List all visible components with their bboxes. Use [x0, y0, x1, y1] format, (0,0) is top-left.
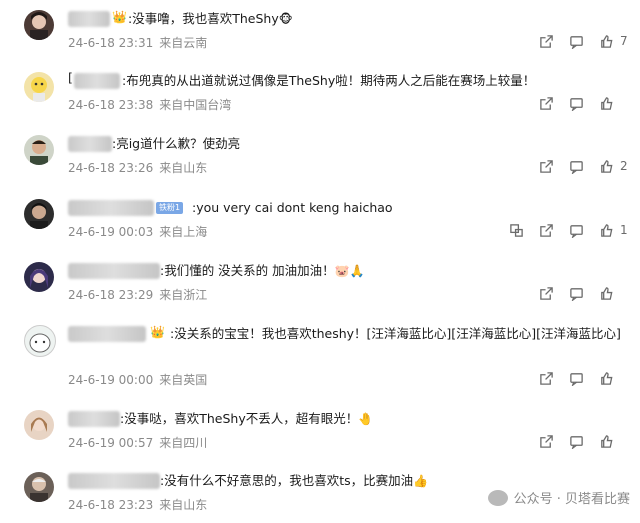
comment-location: 来自英国: [159, 373, 208, 387]
comment-actions: 2: [524, 158, 628, 174]
comment-text: :我们懂的 没关系的 加油加油！🐷🙏: [160, 263, 365, 278]
comment-location: 来自四川: [159, 436, 208, 450]
avatar[interactable]: [24, 72, 54, 102]
comment-meta: 24-6-18 23:38 来自中国台湾: [68, 96, 237, 113]
comment-actions: [524, 95, 628, 111]
thumbs-up-icon[interactable]: [598, 370, 614, 386]
thumbs-up-icon[interactable]: [598, 285, 614, 301]
comment-text: :没有什么不好意思的，我也喜欢ts，比赛加油👍: [160, 473, 429, 488]
comment-actions: [524, 433, 628, 449]
comment-icon[interactable]: [568, 285, 584, 301]
watermark-text: 公众号 · 贝塔看比赛: [513, 492, 630, 507]
comment-date: 24-6-19 00:03: [68, 225, 154, 239]
comment-text: :布兜真的从出道就说过偶像是TheShy啦！期待两人之后能在赛场上较量！: [122, 73, 536, 88]
username-blurred[interactable]: [68, 263, 160, 279]
comment-meta: 24-6-19 00:57 来自四川: [68, 434, 213, 451]
share-icon[interactable]: [538, 370, 554, 386]
comment-date: 24-6-18 23:38: [68, 98, 154, 112]
comment-icon[interactable]: [568, 95, 584, 111]
comment-icon[interactable]: [568, 33, 584, 49]
comment-location: 来自山东: [159, 498, 208, 512]
share-icon[interactable]: [538, 433, 554, 449]
avatar[interactable]: [24, 199, 54, 229]
comment-text: :没关系的宝宝！我也喜欢theshy！[汪洋海蓝比心][汪洋海蓝比心][汪洋海蓝…: [170, 326, 621, 341]
thumbs-up-icon[interactable]: [598, 433, 614, 449]
share-icon[interactable]: [538, 95, 554, 111]
comment-date: 24-6-19 00:57: [68, 436, 154, 450]
emoji-icon: 🤚: [358, 412, 374, 426]
comment-location: 来自上海: [159, 225, 208, 239]
comment-meta: 24-6-19 00:03 来自上海: [68, 223, 213, 240]
comment-text: :you very cai dont keng haichao: [192, 200, 393, 215]
comment-meta: 24-6-19 00:00 来自英国: [68, 371, 213, 388]
share-icon[interactable]: [538, 33, 554, 49]
comment-meta: 24-6-18 23:31 来自云南: [68, 34, 213, 51]
avatar[interactable]: [24, 262, 54, 292]
username-blurred[interactable]: [68, 473, 160, 489]
comment-icon[interactable]: [568, 158, 584, 174]
share-icon[interactable]: [538, 222, 554, 238]
avatar[interactable]: [24, 10, 54, 40]
thumbs-up-icon[interactable]: [598, 222, 614, 238]
bracket-text: [: [68, 70, 73, 85]
avatar[interactable]: [24, 472, 54, 502]
like-count: 7: [620, 34, 628, 48]
comment-meta: 24-6-18 23:26 来自山东: [68, 159, 213, 176]
comment-location: 来自中国台湾: [159, 98, 232, 112]
emoji-icon: 🐷🙏: [334, 264, 365, 278]
comment-actions: [524, 370, 628, 386]
comment-actions: 1: [494, 222, 628, 238]
comment-meta: 24-6-18 23:29 来自浙江: [68, 286, 213, 303]
emoji-icon: 🐵: [278, 12, 293, 26]
like-count: 1: [620, 223, 628, 237]
comment-meta: 24-6-18 23:23 来自山东: [68, 496, 213, 513]
comment-text: :没事噜，我也喜欢TheShy🐵: [128, 11, 293, 26]
avatar[interactable]: [24, 135, 54, 165]
comment-icon[interactable]: [568, 370, 584, 386]
like-count: 2: [620, 159, 628, 173]
translate-icon[interactable]: [508, 222, 524, 238]
wechat-icon: [487, 489, 508, 506]
crown-badge-icon: 👑: [112, 10, 127, 24]
username-blurred[interactable]: [68, 11, 110, 27]
comment-icon[interactable]: [568, 222, 584, 238]
comment-date: 24-6-19 00:00: [68, 373, 154, 387]
emoji-icon: 👍: [413, 474, 429, 488]
username-blurred[interactable]: [74, 73, 120, 89]
watermark: 公众号 · 贝塔看比赛: [487, 488, 630, 507]
thumbs-up-icon[interactable]: [598, 95, 614, 111]
avatar[interactable]: [24, 410, 54, 440]
comment-actions: [524, 285, 628, 301]
username-blurred[interactable]: [68, 411, 120, 427]
crown-badge-icon: 👑: [150, 325, 165, 339]
comment-date: 24-6-18 23:26: [68, 161, 154, 175]
comment-date: 24-6-18 23:31: [68, 36, 154, 50]
comment-icon[interactable]: [568, 433, 584, 449]
thumbs-up-icon[interactable]: [598, 33, 614, 49]
comment-actions: 7: [524, 33, 628, 49]
thumbs-up-icon[interactable]: [598, 158, 614, 174]
comment-location: 来自浙江: [159, 288, 208, 302]
username-blurred[interactable]: [68, 326, 146, 342]
share-icon[interactable]: [538, 158, 554, 174]
fan-badge: 铁粉1: [156, 202, 184, 214]
username-blurred[interactable]: [68, 136, 112, 152]
comment-date: 24-6-18 23:23: [68, 498, 154, 512]
comment-location: 来自山东: [159, 161, 208, 175]
comment-text: :没事哒，喜欢TheShy不丢人，超有眼光！🤚: [120, 411, 374, 426]
avatar[interactable]: [24, 325, 56, 357]
comment-location: 来自云南: [159, 36, 208, 50]
comment-date: 24-6-18 23:29: [68, 288, 154, 302]
comment-text: :亮ig道什么歉？使劲亮: [112, 136, 241, 151]
username-blurred[interactable]: [68, 200, 154, 216]
share-icon[interactable]: [538, 285, 554, 301]
